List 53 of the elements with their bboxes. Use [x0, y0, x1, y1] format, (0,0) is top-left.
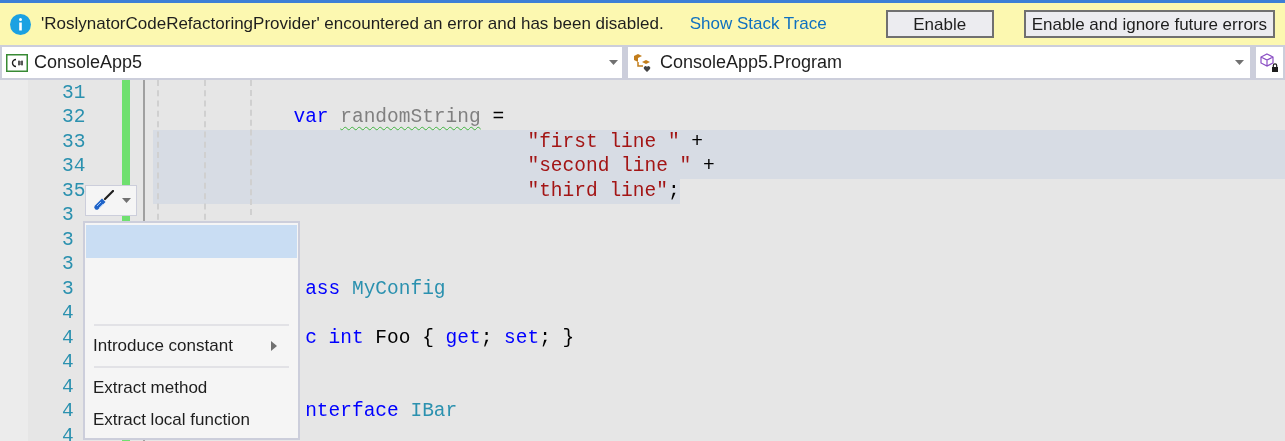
line-number: 4 [62, 399, 74, 425]
screwdriver-icon [91, 189, 114, 212]
code-text: + [703, 154, 715, 180]
line-number: 4 [62, 350, 74, 376]
keyword: c int [305, 325, 364, 351]
error-message: 'RoslynatorCodeRefactoringProvider' encountered an error and has been disabled. [41, 13, 664, 36]
caret-icon [1235, 60, 1244, 65]
string-literal: "third line" [527, 178, 668, 204]
keyword: var [293, 105, 330, 131]
line-number: 3 [62, 227, 74, 253]
submenu-arrow-icon [271, 341, 277, 351]
line-number: 3 [62, 252, 74, 278]
csharp-project-icon [6, 53, 28, 72]
keyword: set [504, 325, 540, 351]
code-text: = [492, 105, 505, 131]
code-text: Foo { [375, 325, 435, 351]
line-number: 31 [62, 80, 86, 106]
string-literal: "first line " [527, 129, 680, 155]
keyword: get [445, 325, 481, 351]
quick-actions-button[interactable] [85, 185, 137, 216]
menu-item[interactable]: Introduce constant [86, 330, 297, 362]
show-stack-trace-link[interactable]: Show Stack Trace [689, 11, 827, 37]
caret-icon [609, 60, 618, 65]
line-number: 33 [62, 129, 86, 155]
code-text: + [691, 129, 703, 155]
code-text: ; [480, 325, 494, 351]
type-dropdown[interactable]: ConsoleApp5.Program [628, 47, 1250, 78]
keyword: ass [305, 276, 342, 302]
caret-icon [121, 198, 131, 203]
menu-item[interactable]: Extract local function [86, 404, 297, 436]
info-icon [10, 13, 31, 35]
members-button[interactable] [1256, 47, 1283, 78]
type-name: MyConfig [351, 276, 446, 302]
line-number: 4 [62, 301, 74, 327]
line-number: 4 [62, 325, 74, 351]
line-number: 3 [62, 203, 74, 229]
code-text: ; } [539, 325, 575, 351]
keyword: nterface [305, 399, 400, 425]
identifier: randomString [340, 105, 481, 131]
type-name: IBar [410, 399, 458, 425]
string-literal: "second line " [527, 154, 692, 180]
menu-item[interactable]: Extract method [86, 372, 297, 404]
line-number: 34 [62, 154, 86, 180]
project-dropdown[interactable]: ConsoleApp5 [2, 47, 622, 78]
enable-and-ignore-button[interactable]: Enable and ignore future errors [1023, 10, 1275, 38]
code-text: ; [667, 178, 680, 204]
line-number: 35 [62, 178, 86, 204]
cube-lock-icon [1259, 52, 1280, 73]
line-number: 32 [62, 105, 86, 131]
line-number: 3 [62, 276, 74, 302]
enable-button[interactable]: Enable [885, 10, 994, 38]
line-number: 4 [62, 374, 74, 400]
line-number: 4 [62, 423, 74, 441]
